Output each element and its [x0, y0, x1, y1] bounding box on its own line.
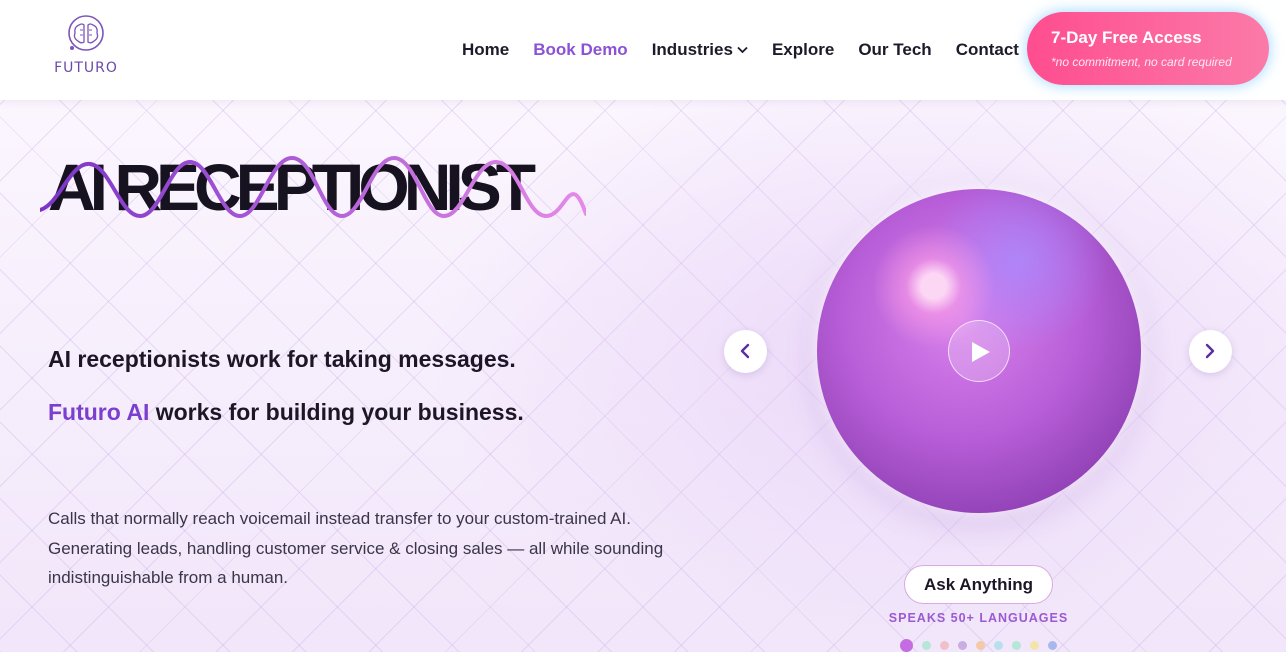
nav-book-demo[interactable]: Book Demo [533, 40, 627, 60]
brain-circuit-icon [68, 15, 104, 51]
main-nav: Home Book Demo Industries Explore Our Te… [462, 38, 1043, 62]
carousel-dot[interactable] [1030, 640, 1039, 650]
site-header: FUTURO Home Book Demo Industries Explore… [0, 0, 1286, 100]
carousel-dot[interactable] [922, 640, 931, 650]
brand-name: Futuro AI [48, 399, 150, 425]
hero-headline: AI RECEPTIONIST [40, 152, 608, 222]
carousel-dot[interactable] [900, 638, 913, 652]
free-access-button[interactable]: 7-Day Free Access *no commitment, no car… [1027, 12, 1269, 85]
chevron-down-icon [737, 46, 748, 54]
chevron-right-icon [1205, 343, 1215, 359]
chevron-left-icon [740, 343, 750, 359]
tagline-secondary: Futuro AI works for building your busine… [48, 399, 524, 426]
hero-description: Calls that normally reach voicemail inst… [48, 509, 664, 587]
languages-label: SPEAKS 50+ LANGUAGES [888, 611, 1069, 625]
nav-explore[interactable]: Explore [772, 40, 834, 60]
carousel-dot[interactable] [1048, 640, 1057, 650]
nav-industries[interactable]: Industries [652, 40, 748, 60]
carousel-next-button[interactable] [1189, 330, 1232, 373]
cta-title: 7-Day Free Access [1051, 28, 1202, 47]
cta-subtitle: *no commitment, no card required [1051, 55, 1232, 69]
carousel-prev-button[interactable] [724, 330, 767, 373]
nav-contact[interactable]: Contact [956, 40, 1019, 60]
carousel-dot[interactable] [958, 640, 967, 650]
tagline-secondary-text: works for building your business. [149, 399, 524, 425]
hero-section: AI RECEPTIONIST AI receptionists work fo… [0, 100, 1286, 652]
logo[interactable]: FUTURO [44, 14, 128, 84]
carousel-dot[interactable] [940, 640, 949, 650]
nav-our-tech[interactable]: Our Tech [858, 40, 931, 60]
ask-anything-button[interactable]: Ask Anything [904, 565, 1053, 604]
logo-text: FUTURO [54, 60, 118, 76]
nav-industries-label: Industries [651, 40, 733, 59]
tagline-primary: AI receptionists work for taking message… [48, 346, 516, 372]
play-icon [972, 342, 990, 362]
play-button[interactable] [948, 320, 1010, 382]
carousel-dot[interactable] [1012, 640, 1021, 650]
nav-home[interactable]: Home [462, 40, 509, 60]
carousel-dot[interactable] [976, 640, 985, 650]
sound-wave-graphic [40, 155, 586, 219]
carousel-dot[interactable] [994, 640, 1003, 650]
carousel-dots [900, 638, 1066, 652]
